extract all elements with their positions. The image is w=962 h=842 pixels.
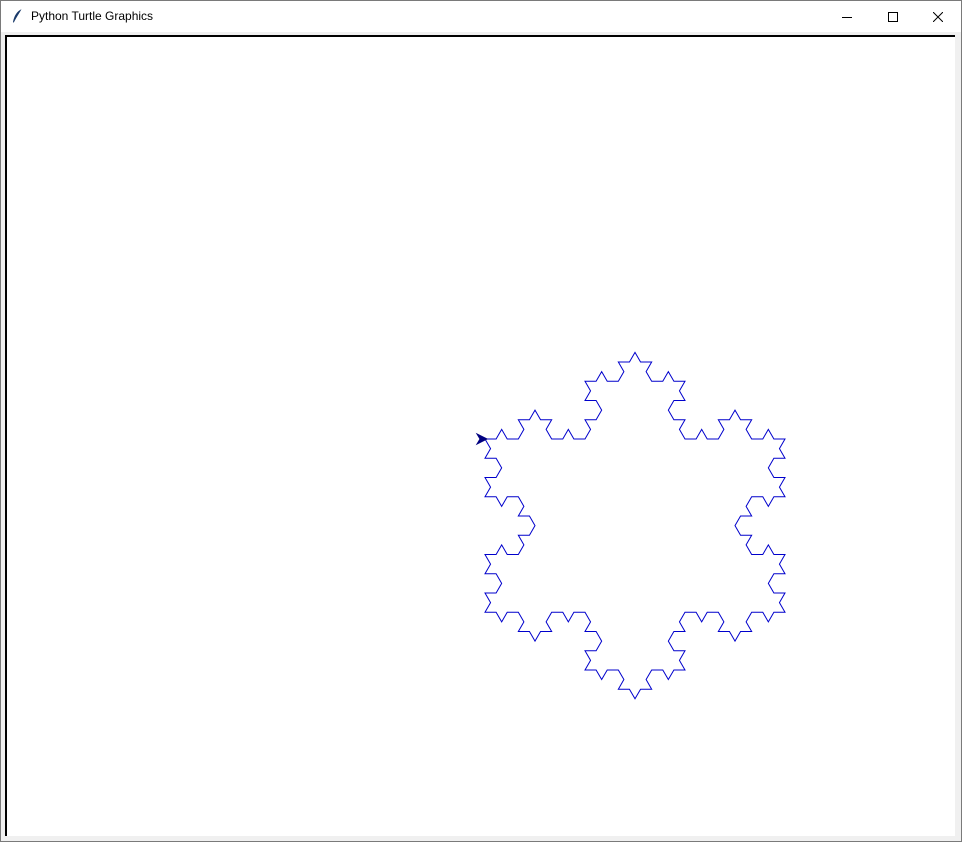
- turtle-cursor-icon: [475, 432, 489, 446]
- koch-snowflake-path: [484, 351, 786, 700]
- maximize-icon: [888, 11, 898, 22]
- drawing-surface: [475, 351, 786, 700]
- window-title: Python Turtle Graphics: [31, 9, 154, 23]
- feather-icon: [11, 8, 25, 24]
- minimize-button[interactable]: [824, 1, 870, 32]
- title-bar[interactable]: Python Turtle Graphics: [1, 1, 961, 32]
- close-button[interactable]: [915, 1, 961, 32]
- minimize-icon: [842, 16, 852, 18]
- turtle-canvas[interactable]: [5, 35, 955, 836]
- window-client-area: [4, 34, 956, 838]
- close-icon: [933, 11, 943, 22]
- maximize-button[interactable]: [870, 1, 916, 32]
- turtle-window: Python Turtle Graphics: [0, 0, 962, 842]
